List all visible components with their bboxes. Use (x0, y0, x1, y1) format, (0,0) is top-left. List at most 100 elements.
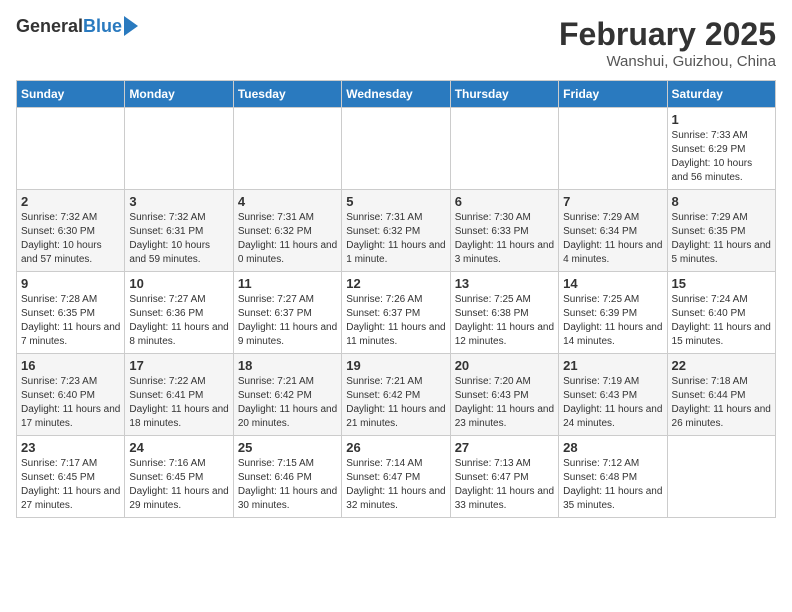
day-of-week-header: Monday (125, 81, 233, 108)
day-info-text: Daylight: 11 hours and 0 minutes. (238, 239, 337, 267)
calendar-day-cell: 20 Sunrise: 7:20 AMSunset: 6:43 PMDayligh… (450, 354, 558, 436)
day-of-week-header: Saturday (667, 81, 775, 108)
day-info-text: Sunset: 6:35 PM (21, 307, 120, 321)
day-info-text: Sunrise: 7:19 AM (563, 375, 662, 389)
day-info-text: Sunset: 6:35 PM (672, 225, 771, 239)
day-info-text: Sunset: 6:32 PM (346, 225, 445, 239)
day-info-text: Sunrise: 7:14 AM (346, 457, 445, 471)
day-info-text: Daylight: 11 hours and 9 minutes. (238, 321, 337, 349)
day-info-text: Daylight: 11 hours and 33 minutes. (455, 485, 554, 513)
calendar-day-cell: 15Sunrise: 7:24 AMSunset: 6:40 PMDayligh… (667, 272, 775, 354)
day-info-text: Daylight: 11 hours and 3 minutes. (455, 239, 554, 267)
day-info-text: Daylight: 11 hours and 32 minutes. (346, 485, 445, 513)
day-info-text: Sunset: 6:37 PM (238, 307, 337, 321)
day-info-text: Sunset: 6:34 PM (563, 225, 662, 239)
day-number: 16 (21, 358, 120, 373)
calendar-day-cell (125, 108, 233, 190)
day-info-text: Sunrise: 7:17 AM (21, 457, 120, 471)
day-info-text: Sunset: 6:40 PM (672, 307, 771, 321)
calendar-day-cell: 17Sunrise: 7:22 AMSunset: 6:41 PMDayligh… (125, 354, 233, 436)
day-number: 20 (455, 358, 554, 373)
day-number: 26 (346, 440, 445, 455)
calendar-day-cell: 7 Sunrise: 7:29 AMSunset: 6:34 PMDaylight… (559, 190, 667, 272)
calendar-day-cell: 1Sunrise: 7:33 AMSunset: 6:29 PMDaylight… (667, 108, 775, 190)
day-info-text: Sunrise: 7:25 AM (455, 293, 554, 307)
day-info-text: Sunset: 6:29 PM (672, 143, 771, 157)
day-info-text: Sunrise: 7:29 AM (672, 211, 771, 225)
day-info-text: Sunrise: 7:33 AM (672, 129, 771, 143)
day-number: 2 (21, 194, 120, 209)
calendar-day-cell: 9Sunrise: 7:28 AMSunset: 6:35 PMDaylight… (17, 272, 125, 354)
day-info-text: Sunset: 6:44 PM (672, 389, 771, 403)
calendar-header-row: SundayMondayTuesdayWednesdayThursdayFrid… (17, 81, 776, 108)
calendar-day-cell: 8Sunrise: 7:29 AMSunset: 6:35 PMDaylight… (667, 190, 775, 272)
calendar-day-cell: 4Sunrise: 7:31 AMSunset: 6:32 PMDaylight… (233, 190, 341, 272)
day-of-week-header: Thursday (450, 81, 558, 108)
calendar-day-cell: 27Sunrise: 7:13 AMSunset: 6:47 PMDayligh… (450, 436, 558, 518)
day-info-text: Sunrise: 7:21 AM (346, 375, 445, 389)
day-info-text: Sunset: 6:32 PM (238, 225, 337, 239)
day-number: 14 (563, 276, 662, 291)
day-info-text: Daylight: 11 hours and 20 minutes. (238, 403, 337, 431)
calendar-day-cell: 12Sunrise: 7:26 AMSunset: 6:37 PMDayligh… (342, 272, 450, 354)
day-info-text: Sunrise: 7:15 AM (238, 457, 337, 471)
calendar-day-cell (667, 436, 775, 518)
day-number: 28 (563, 440, 662, 455)
calendar-day-cell (17, 108, 125, 190)
day-info-text: Daylight: 10 hours and 59 minutes. (129, 239, 228, 267)
day-info-text: Daylight: 11 hours and 7 minutes. (21, 321, 120, 349)
day-info-text: Sunset: 6:47 PM (346, 471, 445, 485)
day-info-text: Sunrise: 7:21 AM (238, 375, 337, 389)
logo-blue-text: Blue (83, 16, 122, 37)
calendar-day-cell: 10Sunrise: 7:27 AMSunset: 6:36 PMDayligh… (125, 272, 233, 354)
day-info-text: Sunrise: 7:20 AM (455, 375, 554, 389)
day-info-text: Daylight: 11 hours and 23 minutes. (455, 403, 554, 431)
day-info-text: Sunset: 6:39 PM (563, 307, 662, 321)
calendar-day-cell (233, 108, 341, 190)
day-info-text: Daylight: 11 hours and 4 minutes. (563, 239, 662, 267)
day-info-text: Daylight: 11 hours and 26 minutes. (672, 403, 771, 431)
calendar-day-cell: 19Sunrise: 7:21 AMSunset: 6:42 PMDayligh… (342, 354, 450, 436)
day-info-text: Sunrise: 7:25 AM (563, 293, 662, 307)
day-info-text: Daylight: 10 hours and 57 minutes. (21, 239, 120, 267)
calendar-day-cell: 28Sunrise: 7:12 AMSunset: 6:48 PMDayligh… (559, 436, 667, 518)
calendar-day-cell: 24Sunrise: 7:16 AMSunset: 6:45 PMDayligh… (125, 436, 233, 518)
day-number: 10 (129, 276, 228, 291)
day-info-text: Sunset: 6:43 PM (455, 389, 554, 403)
calendar-day-cell (559, 108, 667, 190)
calendar-day-cell: 25Sunrise: 7:15 AMSunset: 6:46 PMDayligh… (233, 436, 341, 518)
day-info-text: Daylight: 11 hours and 17 minutes. (21, 403, 120, 431)
title-section: February 2025 Wanshui, Guizhou, China (559, 16, 776, 70)
day-number: 18 (238, 358, 337, 373)
day-info-text: Sunset: 6:42 PM (238, 389, 337, 403)
calendar-day-cell: 21Sunrise: 7:19 AMSunset: 6:43 PMDayligh… (559, 354, 667, 436)
day-info-text: Sunset: 6:45 PM (129, 471, 228, 485)
day-info-text: Sunrise: 7:29 AM (563, 211, 662, 225)
day-number: 11 (238, 276, 337, 291)
day-info-text: Sunrise: 7:32 AM (129, 211, 228, 225)
calendar-day-cell: 5Sunrise: 7:31 AMSunset: 6:32 PMDaylight… (342, 190, 450, 272)
day-info-text: Sunrise: 7:28 AM (21, 293, 120, 307)
logo-general-text: General (16, 16, 83, 37)
day-of-week-header: Friday (559, 81, 667, 108)
day-info-text: Sunset: 6:41 PM (129, 389, 228, 403)
calendar-day-cell: 6Sunrise: 7:30 AMSunset: 6:33 PMDaylight… (450, 190, 558, 272)
calendar-day-cell: 22Sunrise: 7:18 AMSunset: 6:44 PMDayligh… (667, 354, 775, 436)
calendar-day-cell: 26 Sunrise: 7:14 AMSunset: 6:47 PMDayligh… (342, 436, 450, 518)
day-number: 6 (455, 194, 554, 209)
day-info-text: Sunset: 6:42 PM (346, 389, 445, 403)
day-info-text: Sunset: 6:40 PM (21, 389, 120, 403)
day-number: 4 (238, 194, 337, 209)
calendar-week-row: 23Sunrise: 7:17 AMSunset: 6:45 PMDayligh… (17, 436, 776, 518)
day-info-text: Daylight: 11 hours and 29 minutes. (129, 485, 228, 513)
day-info-text: Daylight: 11 hours and 8 minutes. (129, 321, 228, 349)
day-number: 8 (672, 194, 771, 209)
day-number: 7 (563, 194, 662, 209)
calendar-day-cell: 14Sunrise: 7:25 AMSunset: 6:39 PMDayligh… (559, 272, 667, 354)
day-of-week-header: Tuesday (233, 81, 341, 108)
day-info-text: Daylight: 11 hours and 35 minutes. (563, 485, 662, 513)
day-number: 23 (21, 440, 120, 455)
day-info-text: Sunset: 6:45 PM (21, 471, 120, 485)
logo: General Blue (16, 16, 138, 37)
day-of-week-header: Sunday (17, 81, 125, 108)
